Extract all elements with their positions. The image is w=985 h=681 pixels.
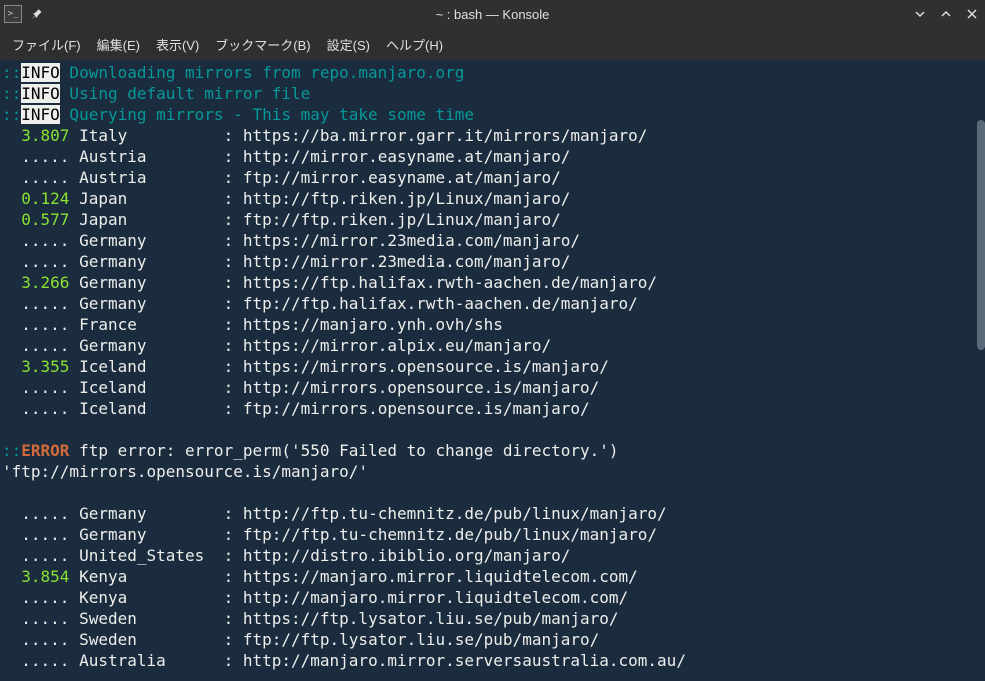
titlebar-left: >_ [4,5,46,23]
menubar: ファイル(F) 編集(E) 表示(V) ブックマーク(B) 設定(S) ヘルプ(… [0,28,985,60]
menu-view[interactable]: 表示(V) [148,31,207,58]
menu-help[interactable]: ヘルプ(H) [378,31,451,58]
maximize-button[interactable] [937,5,955,23]
close-button[interactable] [963,5,981,23]
menu-file[interactable]: ファイル(F) [4,31,89,58]
titlebar-controls [911,5,981,23]
minimize-button[interactable] [911,5,929,23]
menu-edit[interactable]: 編集(E) [89,31,148,58]
menu-bookmarks[interactable]: ブックマーク(B) [207,31,318,58]
menu-settings[interactable]: 設定(S) [319,31,378,58]
titlebar: >_ ~ : bash — Konsole [0,0,985,28]
app-icon: >_ [4,5,22,23]
window-title: ~ : bash — Konsole [436,7,550,22]
terminal-output[interactable]: ::INFO Downloading mirrors from repo.man… [0,60,985,681]
scrollbar[interactable] [977,120,985,681]
scrollbar-thumb[interactable] [977,120,985,350]
pin-icon[interactable] [28,5,46,23]
